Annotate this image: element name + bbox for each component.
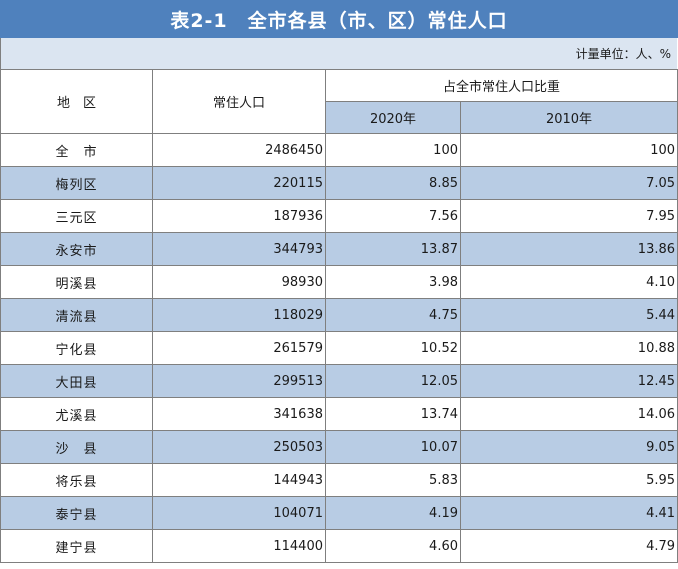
- table-row: 沙 县 250503 10.07 9.05: [0, 430, 678, 464]
- table-row: 泰宁县 104071 4.19 4.41: [0, 496, 678, 530]
- header-region: 地 区: [0, 69, 153, 134]
- region-cell: 全 市: [0, 133, 153, 167]
- share-2010-cell: 12.45: [459, 364, 678, 398]
- share-2010-cell: 9.05: [459, 430, 678, 464]
- population-cell: 250503: [152, 430, 326, 464]
- share-2010-cell: 4.41: [459, 496, 678, 530]
- table-row: 清流县 118029 4.75 5.44: [0, 298, 678, 332]
- population-cell: 104071: [152, 496, 326, 530]
- region-cell: 梅列区: [0, 166, 153, 200]
- share-2020-cell: 4.75: [325, 298, 461, 332]
- region-cell: 大田县: [0, 364, 153, 398]
- population-table-page: 表2-1 全市各县（市、区）常住人口 计量单位：人、% 地 区 常住人口 占全市…: [0, 0, 678, 569]
- population-cell: 220115: [152, 166, 326, 200]
- share-2010-cell: 14.06: [459, 397, 678, 431]
- share-2010-cell: 10.88: [459, 331, 678, 365]
- share-2020-cell: 5.83: [325, 463, 461, 497]
- share-2020-cell: 4.60: [325, 529, 461, 563]
- region-cell: 泰宁县: [0, 496, 153, 530]
- share-2020-cell: 10.52: [325, 331, 461, 365]
- share-2010-cell: 7.05: [459, 166, 678, 200]
- header-population: 常住人口: [152, 69, 326, 134]
- unit-note: 计量单位：人、%: [0, 38, 677, 69]
- share-2010-cell: 4.79: [459, 529, 678, 563]
- region-cell: 清流县: [0, 298, 153, 332]
- share-2020-cell: 13.74: [325, 397, 461, 431]
- share-2010-cell: 13.86: [459, 232, 678, 266]
- table-row: 将乐县 144943 5.83 5.95: [0, 463, 678, 497]
- population-cell: 114400: [152, 529, 326, 563]
- table-row: 三元区 187936 7.56 7.95: [0, 199, 678, 233]
- share-2020-cell: 3.98: [325, 265, 461, 299]
- region-cell: 将乐县: [0, 463, 153, 497]
- population-cell: 2486450: [152, 133, 326, 167]
- population-cell: 261579: [152, 331, 326, 365]
- population-cell: 299513: [152, 364, 326, 398]
- share-2020-cell: 100: [325, 133, 461, 167]
- table-row: 全 市 2486450 100 100: [0, 133, 678, 167]
- region-cell: 宁化县: [0, 331, 153, 365]
- share-2020-cell: 7.56: [325, 199, 461, 233]
- region-cell: 永安市: [0, 232, 153, 266]
- share-2020-cell: 4.19: [325, 496, 461, 530]
- table-row: 明溪县 98930 3.98 4.10: [0, 265, 678, 299]
- population-cell: 98930: [152, 265, 326, 299]
- table-row: 梅列区 220115 8.85 7.05: [0, 166, 678, 200]
- region-cell: 三元区: [0, 199, 153, 233]
- region-cell: 建宁县: [0, 529, 153, 563]
- population-cell: 344793: [152, 232, 326, 266]
- population-cell: 341638: [152, 397, 326, 431]
- table-body: 全 市 2486450 100 100 梅列区 220115 8.85 7.05 三元区 1879…: [0, 133, 678, 563]
- share-2020-cell: 8.85: [325, 166, 461, 200]
- share-2010-cell: 100: [459, 133, 678, 167]
- table-row: 永安市 344793 13.87 13.86: [0, 232, 678, 266]
- share-2020-cell: 12.05: [325, 364, 461, 398]
- table-row: 尤溪县 341638 13.74 14.06: [0, 397, 678, 431]
- table-row: 大田县 299513 12.05 12.45: [0, 364, 678, 398]
- table-row: 建宁县 114400 4.60 4.79: [0, 529, 678, 563]
- table-title: 表2-1 全市各县（市、区）常住人口: [0, 0, 678, 38]
- header-share-group: 占全市常住人口比重: [324, 69, 678, 102]
- population-cell: 187936: [152, 199, 326, 233]
- share-2010-cell: 4.10: [459, 265, 678, 299]
- share-2010-cell: 5.44: [459, 298, 678, 332]
- table-row: 宁化县 261579 10.52 10.88: [0, 331, 678, 365]
- population-cell: 118029: [152, 298, 326, 332]
- share-2020-cell: 13.87: [325, 232, 461, 266]
- population-cell: 144943: [152, 463, 326, 497]
- region-cell: 明溪县: [0, 265, 153, 299]
- share-2010-cell: 5.95: [459, 463, 678, 497]
- region-cell: 沙 县: [0, 430, 153, 464]
- share-2010-cell: 7.95: [459, 199, 678, 233]
- header-year-2010: 2010年: [459, 101, 678, 134]
- population-table: 地 区 常住人口 占全市常住人口比重 2020年 2010年 全 市 248645…: [0, 69, 678, 563]
- header-year-2020: 2020年: [325, 101, 461, 134]
- share-2020-cell: 10.07: [325, 430, 461, 464]
- region-cell: 尤溪县: [0, 397, 153, 431]
